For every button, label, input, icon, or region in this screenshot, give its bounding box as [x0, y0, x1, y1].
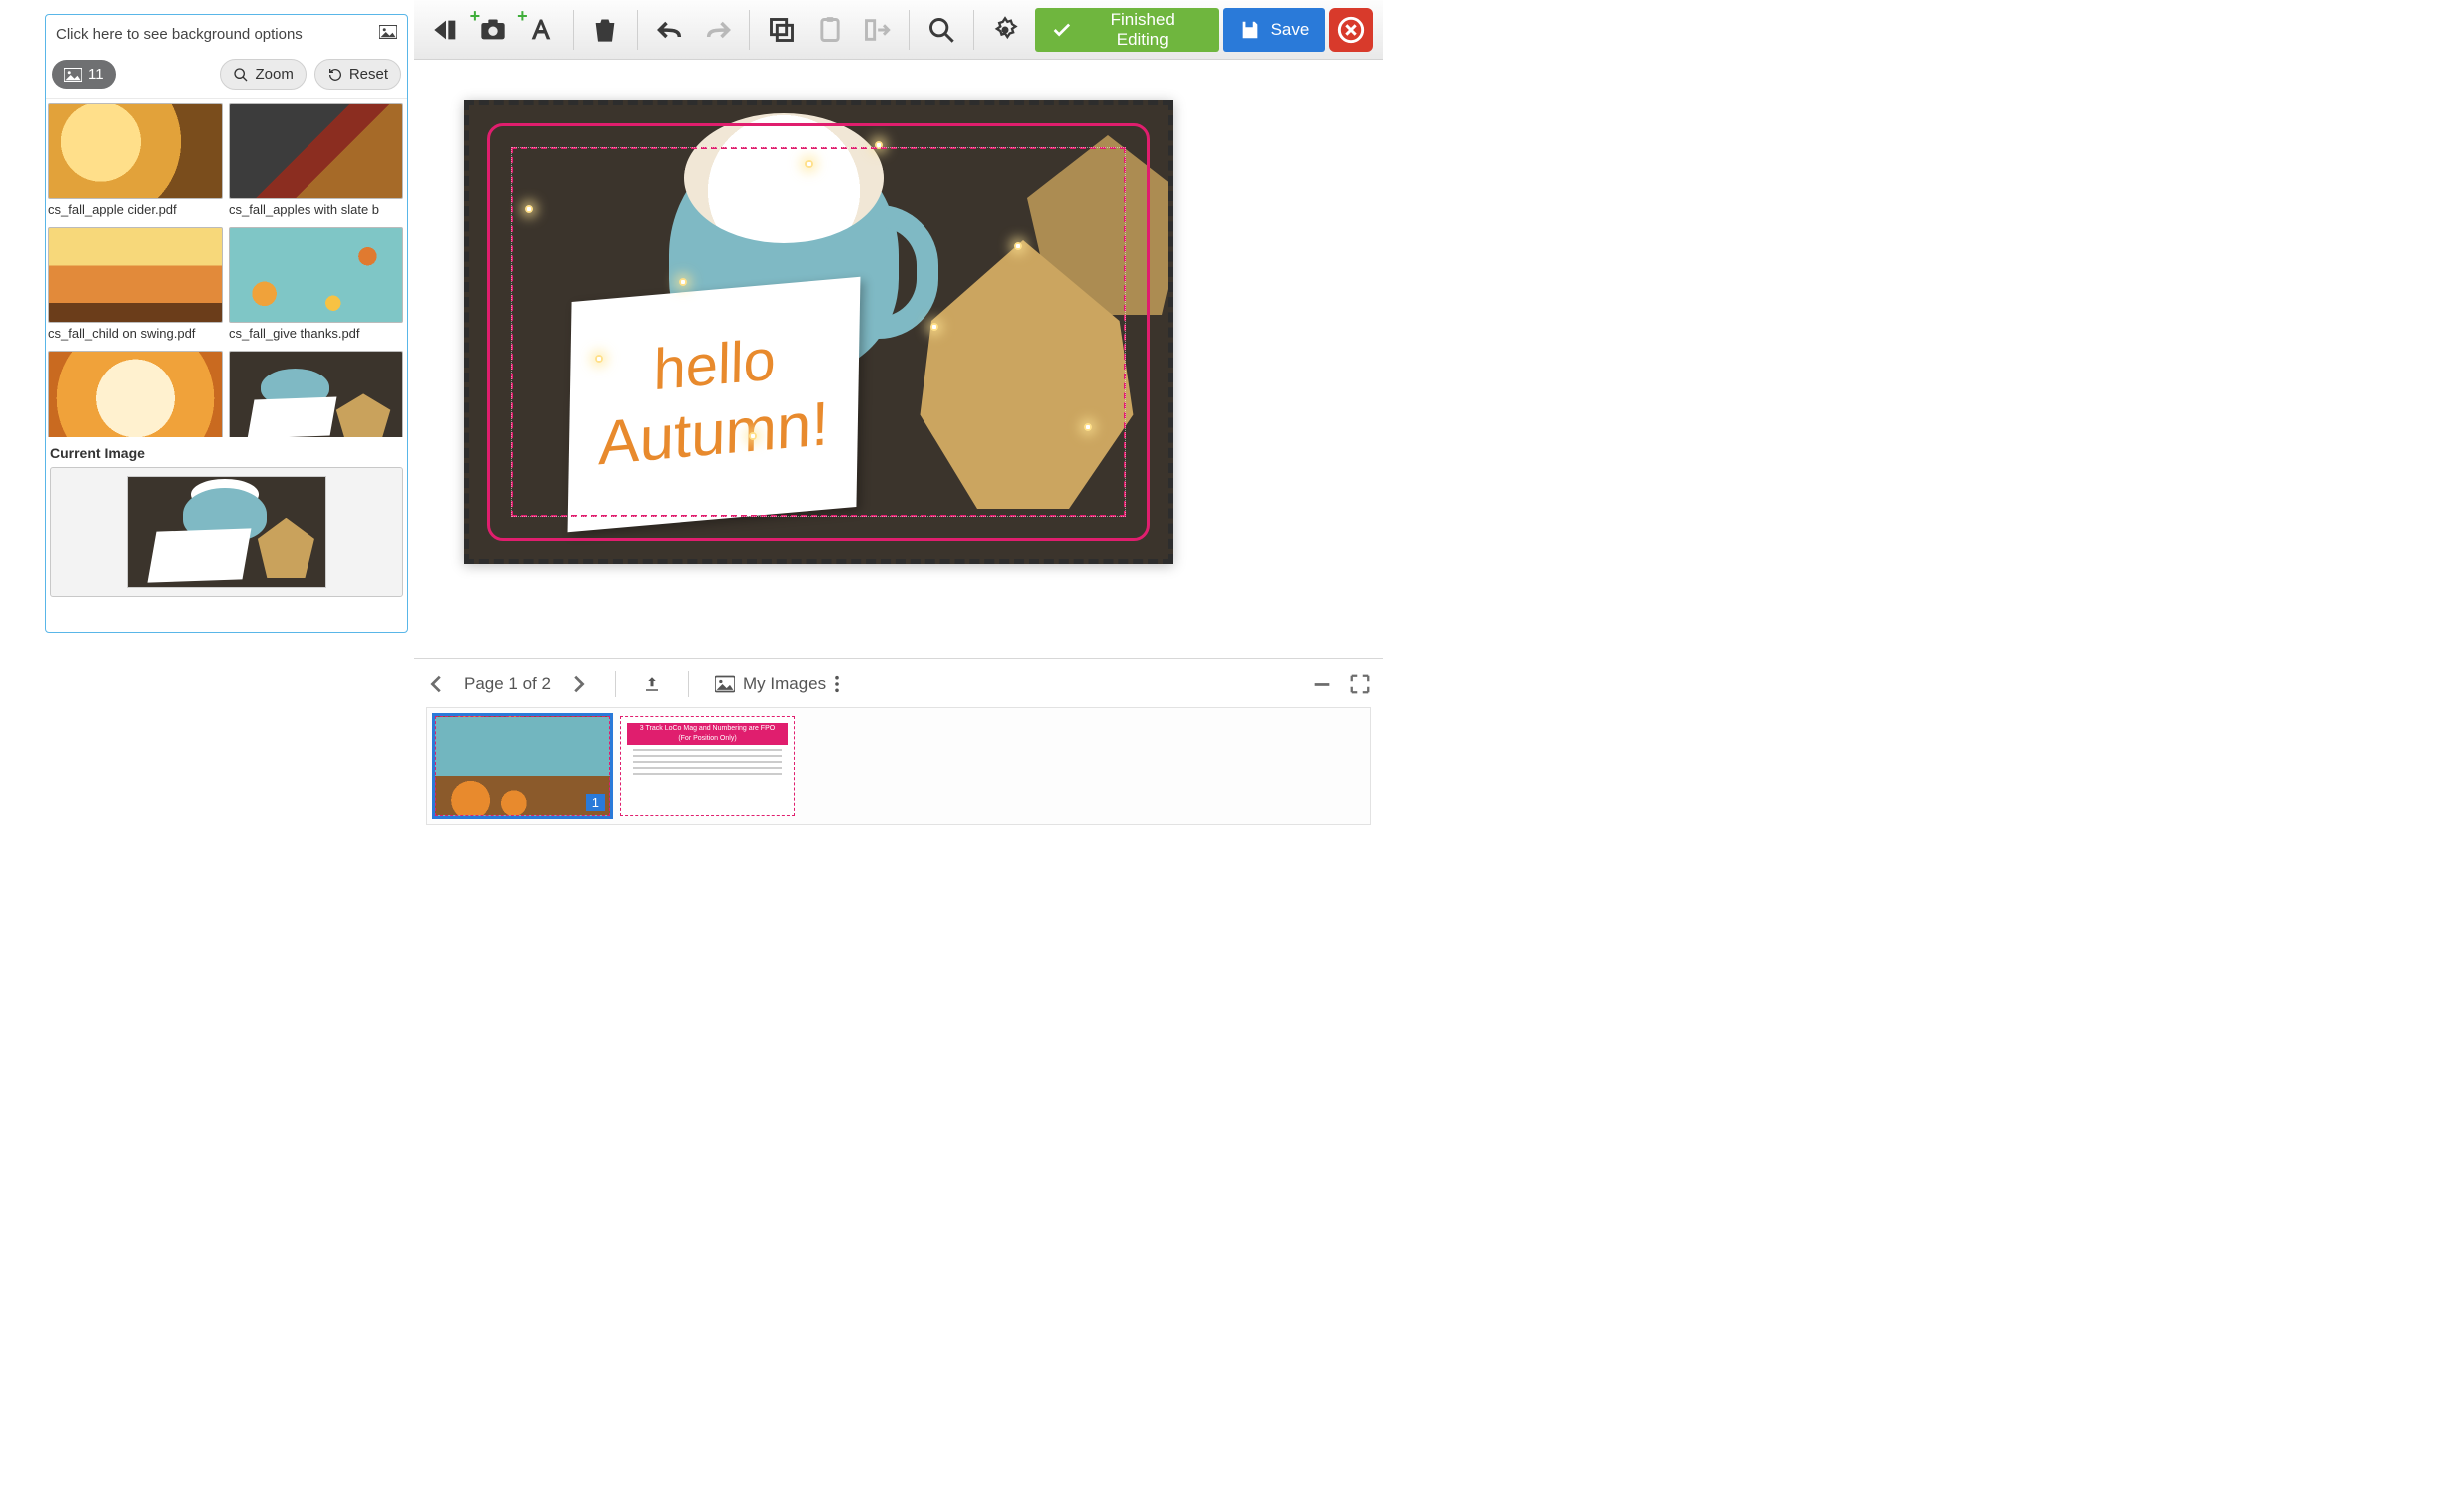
upload-button[interactable]	[642, 675, 662, 693]
toolbar: Finished Editing Save	[414, 0, 1383, 60]
my-images-button[interactable]: My Images	[715, 674, 840, 694]
thumbnail-image	[48, 103, 223, 199]
page2-banner: 3 Track LoCo Mag and Numbering are FPO (…	[627, 723, 788, 745]
thumbnail-label: cs_fall_apples with slate b	[229, 199, 403, 223]
footer: Page 1 of 2 My Images 1	[414, 658, 1383, 839]
close-button[interactable]	[1329, 8, 1373, 52]
undo-button[interactable]	[648, 8, 692, 52]
next-page-button[interactable]	[567, 673, 589, 695]
background-options-header[interactable]: Click here to see background options	[46, 15, 407, 53]
margin-guide	[511, 147, 1126, 517]
align-button[interactable]	[855, 8, 899, 52]
thumbnail-image	[229, 103, 403, 199]
thumbnail-label: cs_fall_apple cider.pdf	[48, 199, 223, 223]
image-count: 11	[88, 66, 104, 83]
finished-editing-button[interactable]: Finished Editing	[1035, 8, 1218, 52]
fullscreen-button[interactable]	[1349, 673, 1371, 695]
thumbnail-scroll[interactable]: cs_fall_apple cider.pdf cs_fall_apples w…	[46, 98, 407, 437]
page-thumbnail[interactable]: 3 Track LoCo Mag and Numbering are FPO (…	[620, 716, 795, 816]
app-root: Click here to see background options 11 …	[0, 0, 1383, 839]
zoom-button[interactable]: Zoom	[220, 59, 306, 90]
canvas-area[interactable]: hello Autumn!	[414, 60, 1383, 658]
my-images-label: My Images	[743, 674, 826, 694]
thumbnail[interactable]: cs_fall_apples with slate b	[229, 103, 403, 223]
back-button[interactable]	[424, 8, 468, 52]
page-number-badge: 1	[586, 794, 605, 811]
prev-page-button[interactable]	[426, 673, 448, 695]
thumbnail-label: cs_fall_give thanks.pdf	[229, 323, 403, 347]
add-text-button[interactable]	[519, 8, 563, 52]
reset-label: Reset	[349, 66, 388, 83]
reset-button[interactable]: Reset	[314, 59, 401, 90]
sidebar: Click here to see background options 11 …	[45, 14, 408, 633]
copy-button[interactable]	[760, 8, 804, 52]
zoom-tool-button[interactable]	[920, 8, 963, 52]
save-button[interactable]: Save	[1223, 8, 1326, 52]
current-image-header: Current Image	[46, 437, 407, 467]
thumbnail-label: cs_fall_child on swing.pdf	[48, 323, 223, 347]
page-thumbnail[interactable]: 1	[435, 716, 610, 816]
thumbnail-image	[48, 351, 223, 437]
redo-button[interactable]	[696, 8, 740, 52]
page-indicator: Page 1 of 2	[464, 674, 551, 694]
design-canvas[interactable]: hello Autumn!	[464, 100, 1173, 564]
thumbnail[interactable]: cs_fall_child on swing.pdf	[48, 227, 223, 347]
thumbnail[interactable]	[48, 351, 223, 437]
thumbnail[interactable]	[229, 351, 403, 437]
thumbnail-image	[229, 227, 403, 323]
image-count-badge: 11	[52, 60, 116, 89]
zoom-label: Zoom	[255, 66, 293, 83]
current-image-box[interactable]	[50, 467, 403, 597]
add-photo-button[interactable]	[472, 8, 516, 52]
delete-button[interactable]	[584, 8, 628, 52]
save-label: Save	[1271, 20, 1310, 40]
pages-strip[interactable]: 1 3 Track LoCo Mag and Numbering are FPO…	[426, 707, 1371, 825]
thumbnail-image	[48, 227, 223, 323]
background-options-label: Click here to see background options	[56, 26, 303, 43]
thumbnail[interactable]: cs_fall_give thanks.pdf	[229, 227, 403, 347]
image-icon	[379, 25, 397, 43]
thumbnail[interactable]: cs_fall_apple cider.pdf	[48, 103, 223, 223]
current-image-preview	[127, 476, 326, 588]
thumbnail-image	[229, 351, 403, 437]
settings-button[interactable]	[984, 8, 1028, 52]
finished-editing-label: Finished Editing	[1083, 10, 1203, 50]
collapse-button[interactable]	[1311, 673, 1333, 695]
paste-button[interactable]	[808, 8, 852, 52]
sidebar-controls: 11 Zoom Reset	[46, 53, 407, 98]
